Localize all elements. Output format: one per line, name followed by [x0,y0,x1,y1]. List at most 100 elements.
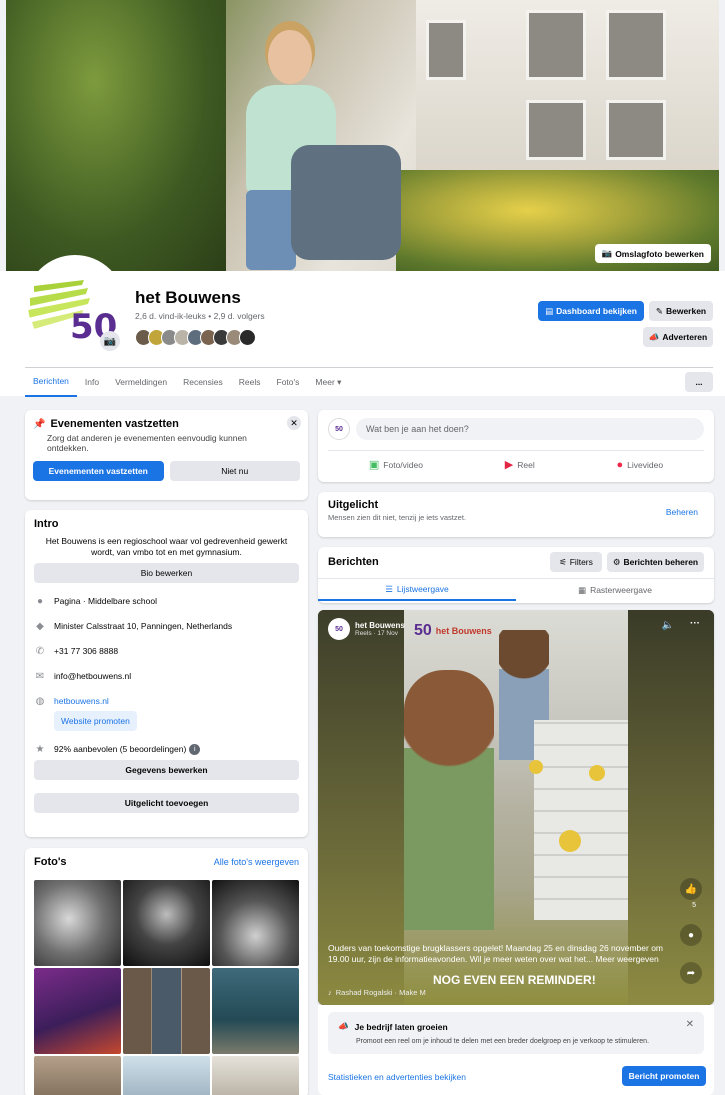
live-icon: ● [616,458,624,471]
tab-recensies[interactable]: Recensies [175,368,231,397]
reel-author[interactable]: 50 het Bouwens Reels · 17 Nov [328,618,405,640]
filter-icon: ⚟ [559,556,567,567]
filters-button[interactable]: ⚟ Filters [550,552,602,572]
edit-details-button[interactable]: Gegevens bewerken [34,760,299,780]
camera-icon: 📷 [601,248,613,258]
photo-thumbnail[interactable] [212,968,299,1054]
photos-title: Foto's [34,856,67,868]
reel-button[interactable]: ▶ Reel [505,458,535,471]
composer-avatar: 50 [328,418,350,440]
add-featured-button[interactable]: Uitgelicht toevoegen [34,793,299,813]
photo-thumbnail[interactable] [123,968,210,1054]
tab-fotos[interactable]: Foto's [269,368,308,397]
gear-icon: ⚙ [612,556,621,567]
tab-berichten[interactable]: Berichten [25,368,77,397]
pin-events-card: 📌 Evenementen vastzetten ✕ Zorg dat ande… [25,410,308,500]
intro-bio: Het Bouwens is een regioschool waar vol … [45,536,288,557]
grid-icon: ▦ [578,584,587,595]
dashboard-icon: ▤ [545,305,554,316]
profile-header: 50 📷 het Bouwens 2,6 d. vind-ik-leuks • … [0,255,725,397]
insights-link[interactable]: Statistieken en advertenties bekijken [328,1072,466,1082]
megaphone-icon: 📣 [338,1021,349,1031]
more-options-button[interactable]: ... [685,372,713,392]
tab-grid-view[interactable]: ▦ Rasterweergave [516,579,714,601]
tab-list-view[interactable]: ☰ Lijstweergave [318,579,516,601]
tab-info[interactable]: Info [77,368,107,397]
composer-card: 50 Wat ben je aan het doen? ▣ Foto/video … [318,410,714,482]
tab-meer[interactable]: Meer ▾ [307,368,349,397]
close-icon[interactable]: ✕ [287,416,301,430]
comment-icon[interactable]: ● [680,924,702,946]
manage-posts-button[interactable]: ⚙ Berichten beheren [607,552,704,572]
cover-person [211,20,401,270]
photo-thumbnail[interactable] [34,968,121,1054]
cover-window [606,10,666,80]
close-icon[interactable]: ✕ [686,1019,694,1030]
reel-author-avatar: 50 [328,618,350,640]
grow-business-text: Promoot een reel om je inhoud te delen m… [356,1038,650,1045]
reel-lemon [559,830,581,852]
pin-events-button[interactable]: Evenementen vastzetten [33,461,164,481]
dashboard-button[interactable]: ▤ Dashboard bekijken [538,301,644,321]
edit-cover-button[interactable]: 📷 Omslagfoto bewerken [594,244,711,263]
cover-trees [6,0,226,271]
reel-caption[interactable]: Ouders van toekomstige brugklassers opge… [328,943,664,965]
promote-post-button[interactable]: Bericht promoten [622,1066,706,1086]
photo-thumbnail[interactable] [123,880,210,966]
cover-window [526,100,586,160]
featured-title: Uitgelicht [328,499,379,511]
like-count: 5 [692,902,696,909]
location-icon: ◆ [36,620,44,632]
tab-reels[interactable]: Reels [231,368,269,397]
featured-card: Uitgelicht Mensen zien dit niet, tenzij … [318,492,714,537]
share-icon[interactable]: ➦ [680,962,702,984]
all-photos-link[interactable]: Alle foto's weergeven [214,857,299,867]
page-title: het Bouwens [135,288,241,307]
like-icon[interactable]: 👍 [680,878,702,900]
intro-title: Intro [34,518,59,530]
globe-icon: ◍ [35,695,45,707]
phone-icon: ✆ [35,645,45,657]
photo-thumbnail[interactable] [34,880,121,966]
reel-music[interactable]: ♪ Rashad Rogalski · Make M [328,988,426,997]
photo-thumbnail[interactable] [212,880,299,966]
advertise-button[interactable]: 📣 Adverteren [643,327,713,347]
tab-vermeldingen[interactable]: Vermeldingen [107,368,175,397]
not-now-button[interactable]: Niet nu [169,461,300,481]
page-tabs: Berichten Info Vermeldingen Recensies Re… [25,367,713,397]
photos-card: Foto's Alle foto's weergeven [25,848,308,1095]
reel-post[interactable]: 50 het Bouwens 50 het Bouwens Reels · 17… [318,610,714,1005]
reel-student [404,670,494,930]
edit-button[interactable]: ✎ Bewerken [649,301,713,321]
music-icon: ♪ [328,988,332,997]
promote-website-button[interactable]: Website promoten [54,711,137,731]
page-stats: 2,6 d. vind-ik-leuks • 2,9 d. volgers [135,311,265,321]
photo-thumbnail[interactable] [123,1056,210,1095]
follower-avatars[interactable] [135,329,256,346]
more-options-icon[interactable]: ··· [690,618,700,629]
photo-video-button[interactable]: ▣ Foto/video [369,458,423,471]
info-icon: ● [36,595,44,607]
photo-thumbnail[interactable] [34,1056,121,1095]
composer-input[interactable]: Wat ben je aan het doen? [356,418,704,440]
megaphone-icon: 📣 [648,331,660,342]
photo-thumbnail[interactable] [212,1056,299,1095]
live-video-button[interactable]: ● Livevideo [617,458,664,471]
edit-bio-button[interactable]: Bio bewerken [34,563,299,583]
cover-photo: 📷 Omslagfoto bewerken [6,0,719,271]
website-link[interactable]: hetbouwens.nl [54,696,109,706]
intro-card: Intro Het Bouwens is een regioschool waa… [25,510,308,837]
photo-icon: ▣ [368,459,380,471]
info-badge-icon[interactable]: i [189,743,201,755]
reel-overlay-logo: 50 het Bouwens [414,622,492,639]
list-icon: ☰ [385,583,393,594]
cover-window [426,20,466,80]
manage-featured-link[interactable]: Beheren [666,507,698,517]
reel-icon: ▶ [504,459,514,471]
reel-banner-text: NOG EVEN EEN REMINDER! [433,973,596,987]
camera-icon[interactable]: 📷 [100,331,120,351]
mail-icon: ✉ [35,670,45,682]
featured-subtitle: Mensen zien dit niet, tenzij je iets vas… [328,513,466,522]
mute-icon[interactable]: 🔈 [662,620,674,631]
star-icon: ★ [35,743,45,755]
